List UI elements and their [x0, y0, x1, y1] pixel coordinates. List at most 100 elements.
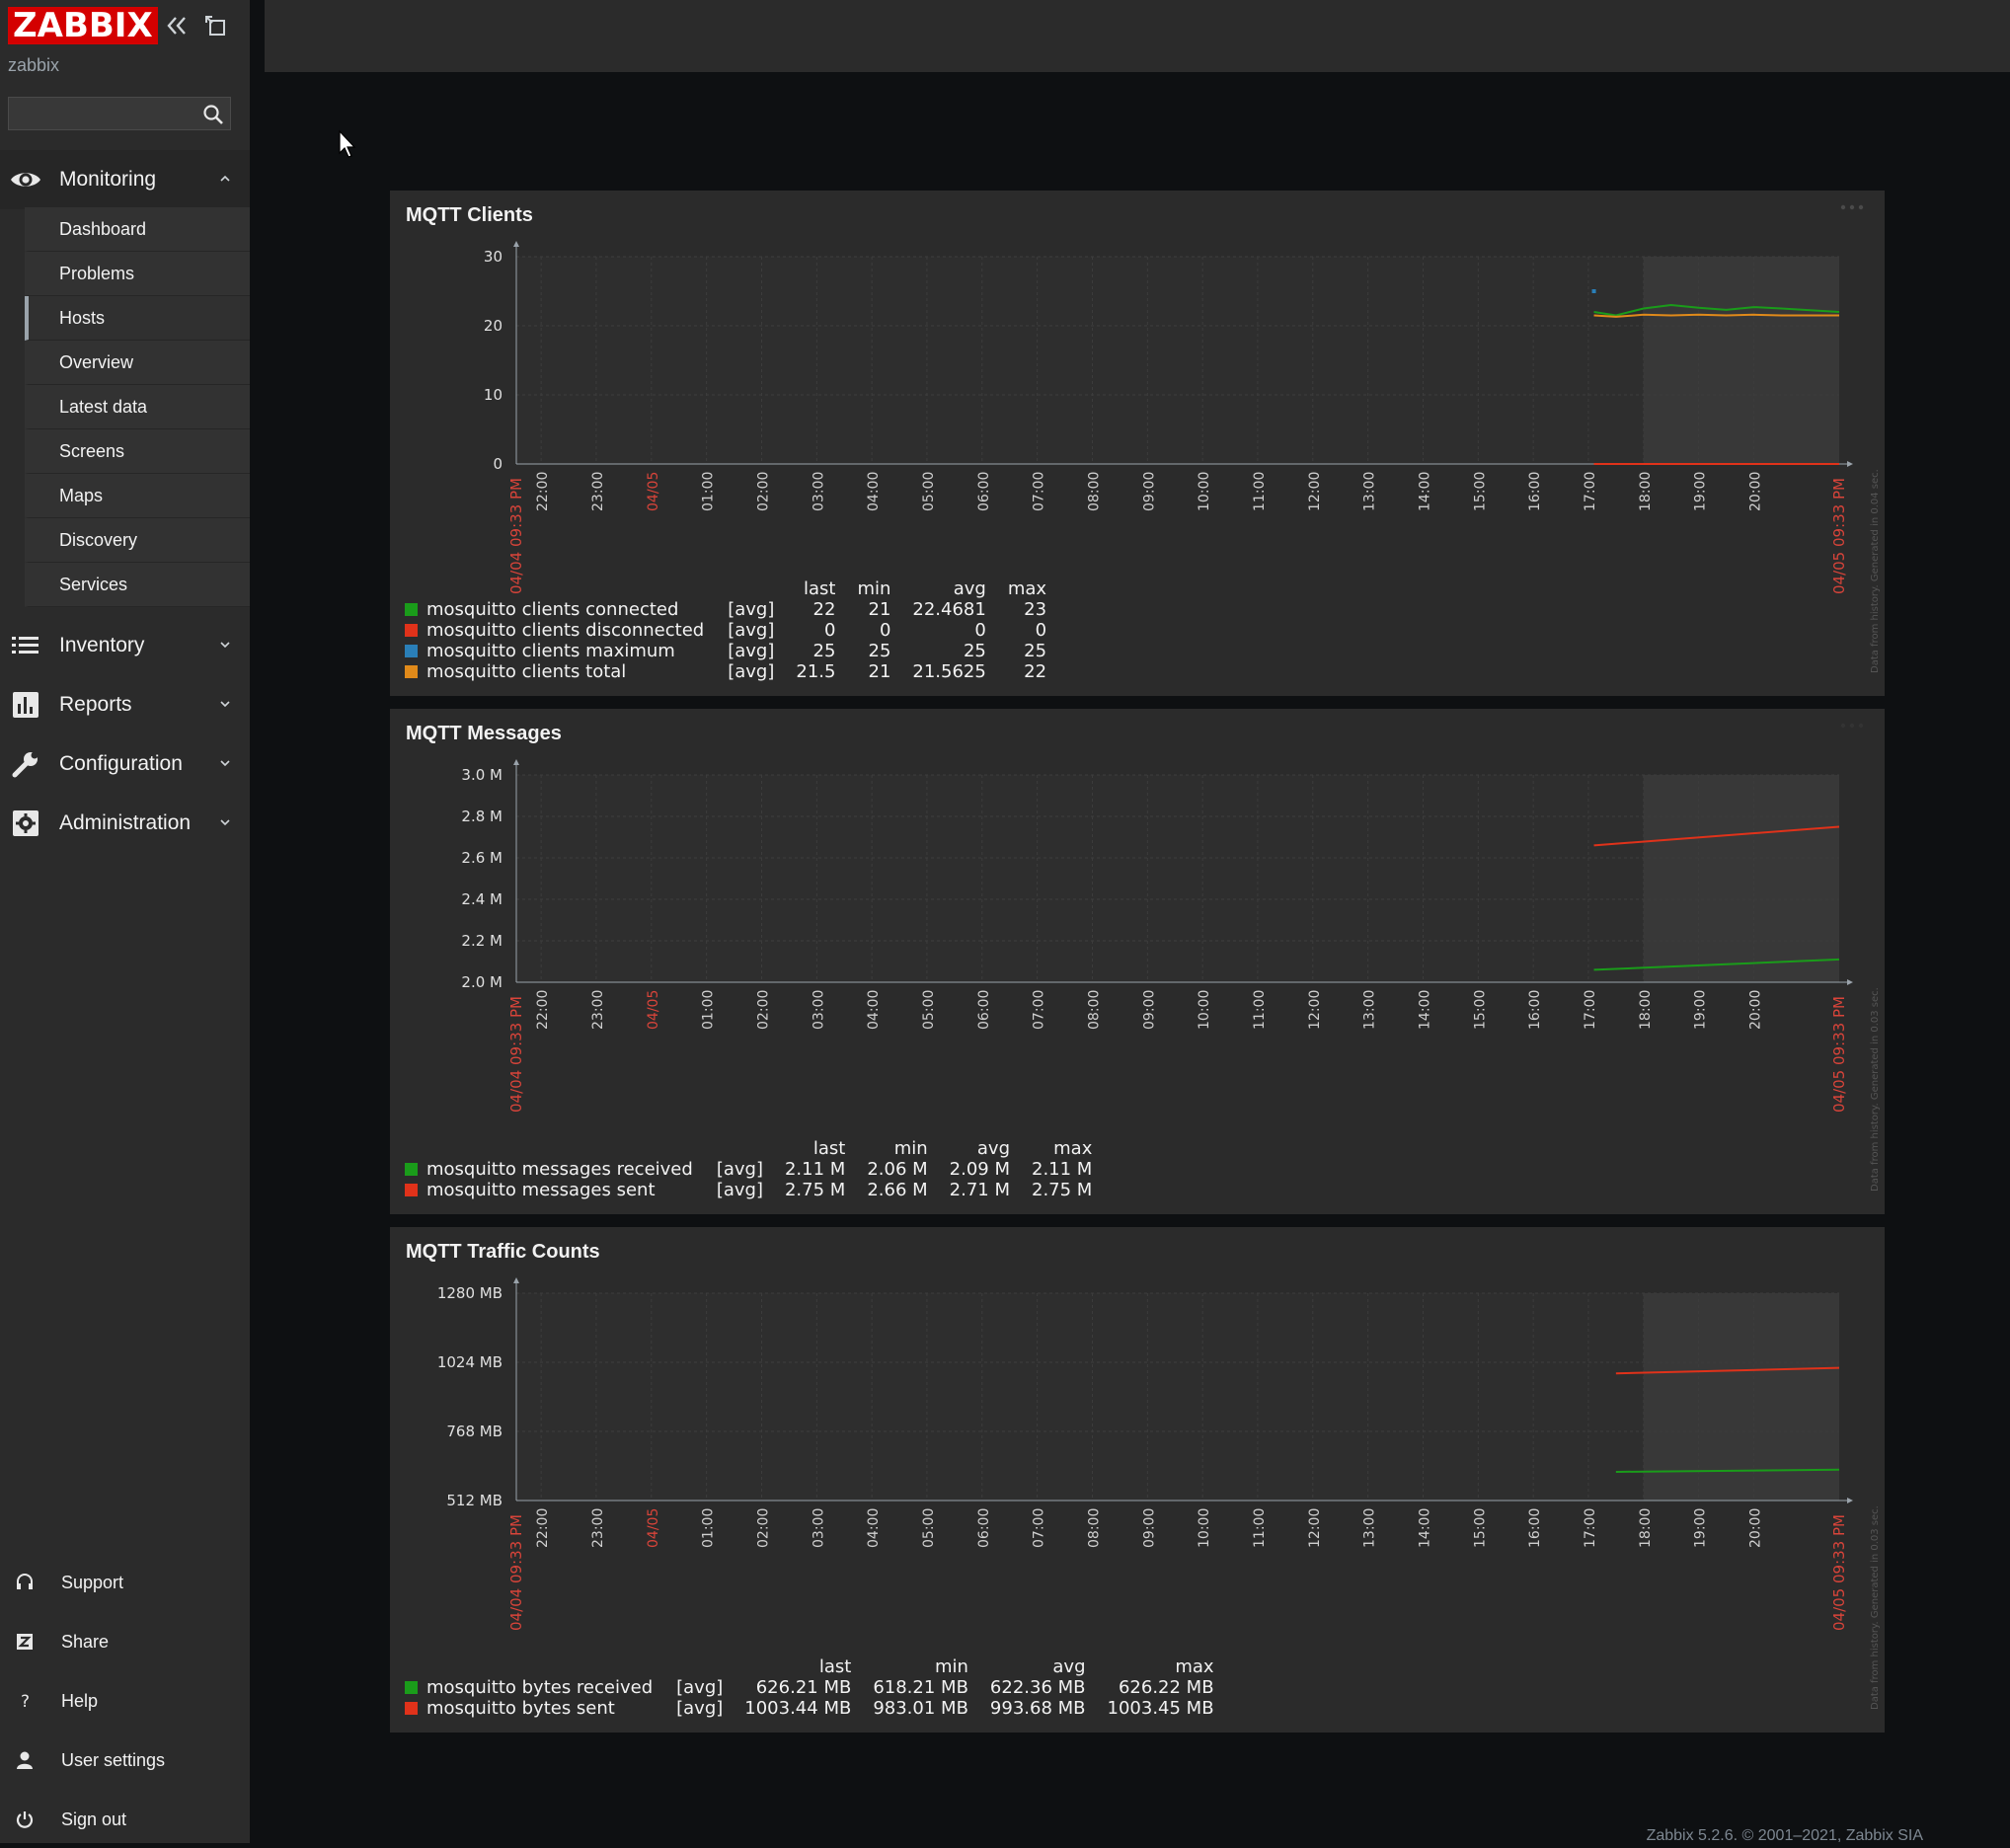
sign-out-link[interactable]: Sign out — [0, 1791, 250, 1848]
generated-note: Data from history. Generated in 0.03 sec… — [1870, 987, 1881, 1192]
y-tick-label: 20 — [484, 317, 502, 335]
menu-item-latest-data[interactable]: Latest data — [25, 385, 250, 429]
support-link[interactable]: Support — [0, 1554, 250, 1611]
x-tick-label: 16:00 — [1527, 472, 1543, 511]
legend-row: mosquitto clients connected [avg] 22 21 22.4… — [405, 599, 1046, 620]
legend-max-value: 22 — [1024, 661, 1047, 682]
menu-item-hosts[interactable]: Hosts — [25, 296, 250, 341]
x-tick-label: 04/05 — [646, 990, 661, 1030]
x-tick-label: 14:00 — [1417, 472, 1432, 511]
legend-series-name: mosquitto clients disconnected — [426, 620, 705, 641]
menu-monitoring[interactable]: Monitoring — [0, 150, 250, 209]
x-tick-label: 04/05 — [646, 472, 661, 511]
x-tick-label: 13:00 — [1362, 1508, 1378, 1548]
x-tick-label: 05:00 — [921, 990, 937, 1030]
legend-min-value: 2.66 M — [867, 1180, 928, 1200]
legend-row: mosquitto clients total [avg] 21.5 21 21.562… — [405, 661, 1046, 682]
legend-function: [avg] — [728, 599, 775, 620]
legend-header: max — [1053, 1138, 1093, 1159]
x-tick-label: 07:00 — [1032, 1508, 1047, 1548]
legend-avg-value: 0 — [974, 620, 986, 641]
x-tick-label: 22:00 — [535, 990, 551, 1030]
legend-avg-value: 21.5625 — [912, 661, 986, 682]
menu-administration[interactable]: Administration — [0, 794, 250, 853]
legend-header — [405, 1138, 717, 1159]
legend-header: min — [893, 1138, 928, 1159]
sidebar: ZABBIX zabbix Monitoring Dashboard Probl… — [0, 0, 250, 1843]
x-tick-label: 09:00 — [1141, 1508, 1157, 1548]
menu-item-problems[interactable]: Problems — [25, 252, 250, 296]
chevron-down-icon — [220, 819, 230, 826]
menu-configuration[interactable]: Configuration — [0, 734, 250, 794]
period-end-label: 04/05 09:33 PM — [1830, 1514, 1848, 1631]
legend-table: last min avg max mosquitto bytes received [av… — [405, 1656, 1214, 1719]
legend-series-name: mosquitto clients total — [426, 661, 627, 682]
y-axis-arrow — [513, 241, 519, 247]
legend-table: last min avg max mosquitto clients connected… — [405, 578, 1046, 682]
x-tick-label: 03:00 — [811, 1508, 826, 1548]
legend-row: mosquitto messages received [avg] 2.11 M 2.… — [405, 1159, 1092, 1180]
svg-text:?: ? — [21, 1692, 30, 1712]
x-axis-arrow — [1847, 1498, 1853, 1503]
collapse-sidebar-icon[interactable] — [164, 13, 190, 38]
menu-item-discovery[interactable]: Discovery — [25, 518, 250, 563]
legend-last-value: 626.21 MB — [755, 1677, 852, 1698]
x-tick-label: 14:00 — [1417, 990, 1432, 1030]
x-tick-label: 11:00 — [1252, 1508, 1268, 1548]
legend-function: [avg] — [676, 1698, 724, 1719]
menu-item-screens[interactable]: Screens — [25, 429, 250, 474]
legend-color-swatch — [405, 1184, 418, 1196]
plot-background — [516, 257, 1839, 464]
legend-avg-value: 22.4681 — [912, 599, 986, 620]
legend-last-value: 25 — [812, 641, 836, 661]
page-header-bar — [265, 0, 2010, 72]
x-tick-label: 14:00 — [1417, 1508, 1432, 1548]
menu-inventory[interactable]: Inventory — [0, 616, 250, 675]
x-tick-label: 22:00 — [535, 1508, 551, 1548]
x-tick-label: 01:00 — [701, 472, 717, 511]
menu-reports[interactable]: Reports — [0, 675, 250, 734]
menu-item-overview[interactable]: Overview — [25, 341, 250, 385]
graph-legend: last min avg max mosquitto bytes received [av… — [405, 1656, 1214, 1719]
legend-min-value: 983.01 MB — [873, 1698, 968, 1719]
x-axis-arrow — [1847, 461, 1853, 467]
legend-header: last — [818, 1656, 852, 1677]
bar-chart-icon — [13, 692, 39, 718]
x-tick-label: 12:00 — [1307, 1508, 1323, 1548]
headset-icon — [17, 1574, 33, 1589]
legend-min-value: 21 — [868, 599, 891, 620]
kiosk-mode-icon[interactable] — [202, 13, 228, 38]
y-tick-label: 2.0 M — [461, 973, 502, 991]
list-icon — [12, 637, 39, 654]
x-tick-label: 15:00 — [1472, 1508, 1488, 1548]
legend-function: [avg] — [728, 620, 775, 641]
menu-item-services[interactable]: Services — [25, 563, 250, 607]
legend-header: avg — [953, 578, 986, 599]
x-tick-label: 04:00 — [866, 472, 882, 511]
x-tick-label: 03:00 — [811, 472, 826, 511]
help-link[interactable]: ? Help — [0, 1672, 250, 1730]
x-tick-label: 02:00 — [755, 990, 771, 1030]
legend-avg-value: 2.09 M — [949, 1159, 1010, 1180]
legend-header — [405, 1656, 676, 1677]
x-tick-label: 04:00 — [866, 1508, 882, 1548]
chevron-down-icon — [220, 760, 230, 767]
legend-function: [avg] — [676, 1677, 724, 1698]
x-tick-label: 17:00 — [1583, 472, 1598, 511]
menu-item-dashboard[interactable]: Dashboard — [25, 207, 250, 252]
server-name: zabbix — [8, 55, 60, 75]
user-settings-link[interactable]: User settings — [0, 1732, 250, 1789]
zabbix-logo[interactable]: ZABBIX — [8, 7, 158, 44]
x-tick-label: 08:00 — [1086, 990, 1102, 1030]
plot-highlight-region — [1643, 775, 1839, 982]
eye-icon — [11, 173, 40, 187]
y-tick-label: 1024 MB — [437, 1353, 502, 1371]
legend-table: last min avg max mosquitto messages received… — [405, 1138, 1092, 1200]
legend-header — [717, 1138, 763, 1159]
menu-item-maps[interactable]: Maps — [25, 474, 250, 518]
x-tick-label: 08:00 — [1086, 472, 1102, 511]
power-icon — [16, 1811, 34, 1828]
search-icon[interactable] — [202, 104, 224, 125]
share-link[interactable]: Share — [0, 1613, 250, 1670]
search-input[interactable] — [9, 98, 202, 127]
